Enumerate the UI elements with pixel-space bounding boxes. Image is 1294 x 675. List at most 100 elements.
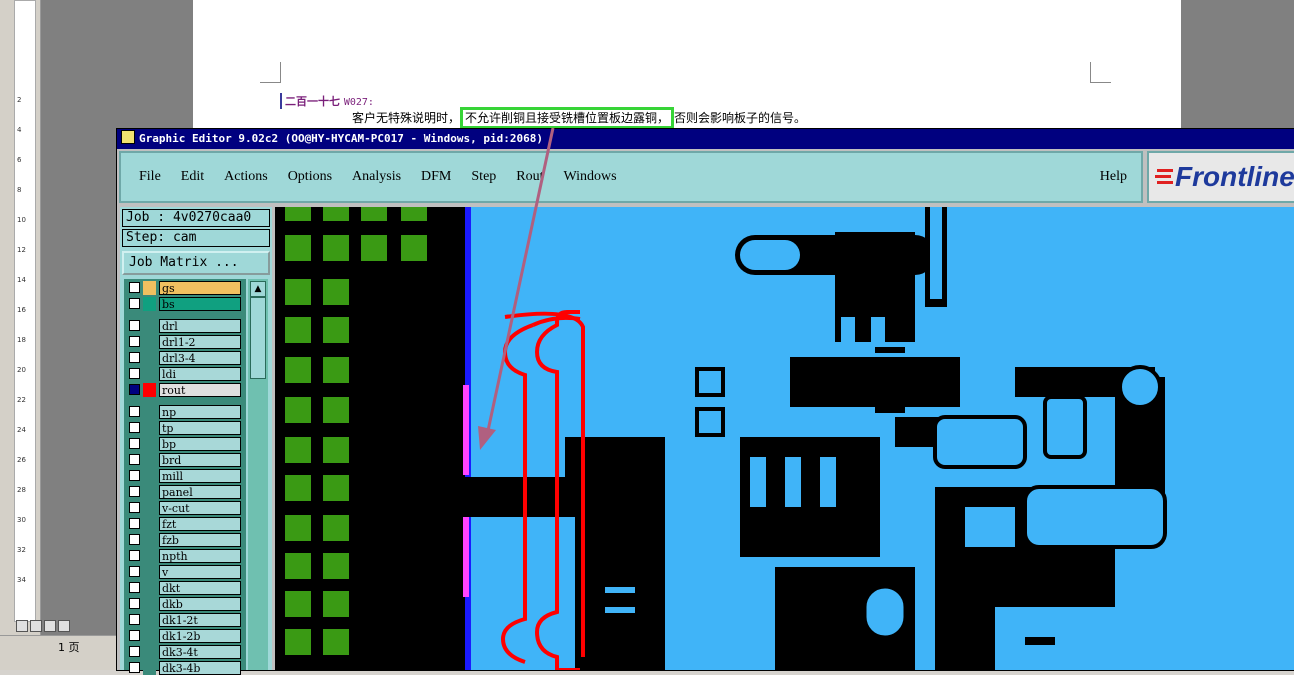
layer-color-swatch[interactable]	[143, 319, 156, 333]
layer-name[interactable]: v-cut	[159, 501, 241, 515]
layer-row-drl[interactable]: drl	[127, 319, 245, 333]
layer-row-v-cut[interactable]: v-cut	[127, 501, 245, 515]
layer-row-dk3-4b[interactable]: dk3-4b	[127, 661, 245, 675]
layer-color-swatch[interactable]	[143, 517, 156, 531]
layer-color-swatch[interactable]	[143, 383, 156, 397]
layer-row-v[interactable]: v	[127, 565, 245, 579]
layer-color-swatch[interactable]	[143, 549, 156, 563]
layer-color-swatch[interactable]	[143, 565, 156, 579]
layer-row-drl3-4[interactable]: drl3-4	[127, 351, 245, 365]
menu-edit[interactable]: Edit	[179, 169, 206, 185]
layer-row-fzt[interactable]: fzt	[127, 517, 245, 531]
layer-row-bp[interactable]: bp	[127, 437, 245, 451]
layer-name[interactable]: gs	[159, 281, 241, 295]
layer-row-brd[interactable]: brd	[127, 453, 245, 467]
layer-row-fzb[interactable]: fzb	[127, 533, 245, 547]
job-matrix-button[interactable]: Job Matrix ...	[122, 251, 270, 275]
print-view-button[interactable]	[44, 620, 56, 632]
menu-help[interactable]: Help	[1100, 169, 1127, 185]
layer-color-swatch[interactable]	[143, 421, 156, 435]
layer-checkbox[interactable]	[129, 470, 140, 481]
layer-checkbox[interactable]	[129, 384, 140, 395]
scroll-up-arrow-icon[interactable]: ▲	[250, 281, 266, 297]
layer-row-npth[interactable]: npth	[127, 549, 245, 563]
layer-checkbox[interactable]	[129, 566, 140, 577]
layer-color-swatch[interactable]	[143, 297, 156, 311]
menu-file[interactable]: File	[137, 169, 163, 185]
layer-color-swatch[interactable]	[143, 281, 156, 295]
layer-row-ldi[interactable]: ldi	[127, 367, 245, 381]
layer-checkbox[interactable]	[129, 406, 140, 417]
layer-name[interactable]: drl3-4	[159, 351, 241, 365]
layer-checkbox[interactable]	[129, 454, 140, 465]
layer-row-np[interactable]: np	[127, 405, 245, 419]
menu-windows[interactable]: Windows	[562, 169, 619, 185]
layer-checkbox[interactable]	[129, 336, 140, 347]
layer-row-dk1-2b[interactable]: dk1-2b	[127, 629, 245, 643]
layer-color-swatch[interactable]	[143, 581, 156, 595]
menu-options[interactable]: Options	[286, 169, 334, 185]
layer-color-swatch[interactable]	[143, 501, 156, 515]
normal-view-button[interactable]	[16, 620, 28, 632]
layer-color-swatch[interactable]	[143, 351, 156, 365]
layer-row-dkb[interactable]: dkb	[127, 597, 245, 611]
layer-color-swatch[interactable]	[143, 437, 156, 451]
layer-checkbox[interactable]	[129, 582, 140, 593]
layer-color-swatch[interactable]	[143, 405, 156, 419]
layer-name[interactable]: drl	[159, 319, 241, 333]
layer-name[interactable]: bs	[159, 297, 241, 311]
layer-name[interactable]: dkt	[159, 581, 241, 595]
layer-name[interactable]: rout	[159, 383, 241, 397]
graphic-canvas[interactable]	[275, 207, 1294, 670]
layer-checkbox[interactable]	[129, 598, 140, 609]
layer-checkbox[interactable]	[129, 282, 140, 293]
web-view-button[interactable]	[30, 620, 42, 632]
layer-checkbox[interactable]	[129, 662, 140, 673]
layer-row-dk1-2t[interactable]: dk1-2t	[127, 613, 245, 627]
layer-name[interactable]: dkb	[159, 597, 241, 611]
menu-rout[interactable]: Rout	[514, 169, 545, 185]
layer-name[interactable]: fzb	[159, 533, 241, 547]
menu-step[interactable]: Step	[469, 169, 498, 185]
layer-checkbox[interactable]	[129, 518, 140, 529]
layer-checkbox[interactable]	[129, 502, 140, 513]
layer-name[interactable]: tp	[159, 421, 241, 435]
layer-color-swatch[interactable]	[143, 367, 156, 381]
layer-color-swatch[interactable]	[143, 613, 156, 627]
menu-actions[interactable]: Actions	[222, 169, 270, 185]
layer-checkbox[interactable]	[129, 486, 140, 497]
layer-color-swatch[interactable]	[143, 469, 156, 483]
layer-row-bs[interactable]: bs	[127, 297, 245, 311]
layer-color-swatch[interactable]	[143, 661, 156, 675]
layer-color-swatch[interactable]	[143, 485, 156, 499]
layer-row-gs[interactable]: gs	[127, 281, 245, 295]
layer-checkbox[interactable]	[129, 320, 140, 331]
layer-row-dk3-4t[interactable]: dk3-4t	[127, 645, 245, 659]
layer-name[interactable]: brd	[159, 453, 241, 467]
layer-row-dkt[interactable]: dkt	[127, 581, 245, 595]
layer-name[interactable]: fzt	[159, 517, 241, 531]
layer-row-rout[interactable]: rout	[127, 383, 245, 397]
layer-row-mill[interactable]: mill	[127, 469, 245, 483]
layer-checkbox[interactable]	[129, 550, 140, 561]
outline-view-button[interactable]	[58, 620, 70, 632]
layer-color-swatch[interactable]	[143, 629, 156, 643]
layer-checkbox[interactable]	[129, 352, 140, 363]
layer-name[interactable]: v	[159, 565, 241, 579]
layer-name[interactable]: bp	[159, 437, 241, 451]
layer-checkbox[interactable]	[129, 534, 140, 545]
scroll-thumb[interactable]	[250, 297, 266, 379]
menu-dfm[interactable]: DFM	[419, 169, 453, 185]
layer-scrollbar[interactable]: ▲	[248, 279, 268, 670]
layer-checkbox[interactable]	[129, 614, 140, 625]
layer-name[interactable]: mill	[159, 469, 241, 483]
layer-row-tp[interactable]: tp	[127, 421, 245, 435]
layer-color-swatch[interactable]	[143, 533, 156, 547]
title-bar[interactable]: Graphic Editor 9.02c2 (OO@HY-HYCAM-PC017…	[117, 129, 1294, 149]
layer-color-swatch[interactable]	[143, 597, 156, 611]
menu-analysis[interactable]: Analysis	[350, 169, 403, 185]
layer-name[interactable]: drl1-2	[159, 335, 241, 349]
layer-checkbox[interactable]	[129, 298, 140, 309]
layer-name[interactable]: dk1-2b	[159, 629, 241, 643]
layer-checkbox[interactable]	[129, 368, 140, 379]
